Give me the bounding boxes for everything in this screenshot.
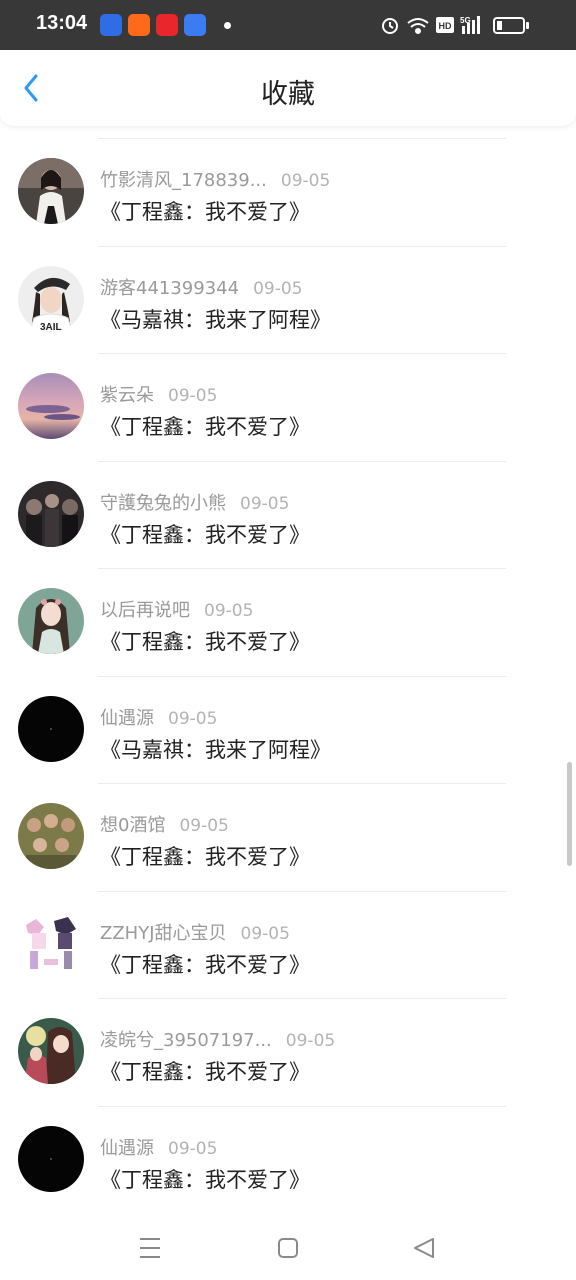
divider (98, 138, 506, 139)
item-title[interactable]: 《丁程鑫：我不爱了》 (100, 1056, 310, 1086)
header: 收藏 (0, 50, 576, 126)
status-time: 13:04 (36, 12, 88, 34)
item-meta: 游客441399344 09-05 (100, 274, 302, 300)
scrollbar[interactable] (567, 762, 572, 866)
wifi-icon (407, 18, 429, 34)
username[interactable]: 以后再说吧 (100, 600, 190, 621)
item-meta: 守護兔兔的小熊 09-05 (100, 489, 289, 515)
avatar[interactable] (18, 695, 84, 762)
username[interactable]: 竹影清风_178839... (100, 170, 267, 191)
back-triangle-icon (414, 1238, 434, 1258)
divider (98, 675, 506, 677)
username[interactable]: ZZHYJ甜心宝贝 (100, 923, 227, 944)
item-title[interactable]: 《丁程鑫：我不爱了》 (100, 949, 310, 979)
menu-icon (140, 1238, 160, 1258)
item-meta: 想0酒馆 09-05 (100, 811, 229, 837)
hd-icon: HD (436, 17, 454, 33)
list-item[interactable]: 紫云朵 09-05 《丁程鑫：我不爱了》 (0, 353, 576, 461)
date: 09-05 (168, 708, 218, 729)
svg-text:3AIL: 3AIL (40, 322, 62, 332)
list-item[interactable]: ZZHYJ甜心宝贝 09-05 《丁程鑫：我不爱了》 (0, 890, 576, 999)
divider (98, 1105, 506, 1107)
list-item[interactable]: 以后再说吧 09-05 《丁程鑫：我不爱了》 (0, 568, 576, 676)
date: 09-05 (285, 1031, 336, 1051)
username[interactable]: 仙遇源 (100, 708, 154, 729)
date: 09-05 (253, 278, 303, 299)
avatar[interactable] (18, 588, 84, 654)
date: 09-05 (168, 386, 218, 406)
avatar[interactable] (18, 1125, 84, 1192)
baidu-app-icon (100, 14, 122, 36)
list-item[interactable]: 仙遇源 09-05 《马嘉祺：我来了阿程》 (0, 675, 576, 784)
avatar[interactable] (18, 373, 84, 439)
map-app-icon (184, 14, 206, 36)
item-title[interactable]: 《丁程鑫：我不爱了》 (100, 196, 310, 226)
avatar[interactable] (18, 158, 84, 224)
username[interactable]: 紫云朵 (100, 385, 154, 406)
status-bar: 13:04 HD 5G (0, 0, 576, 50)
favorites-list[interactable]: 竹影清风_178839... 09-05 《丁程鑫：我不爱了》 3AIL 游客44… (0, 138, 576, 1213)
date: 09-05 (240, 493, 290, 514)
item-title[interactable]: 《丁程鑫：我不爱了》 (100, 1164, 310, 1194)
list-item[interactable]: 守護兔兔的小熊 09-05 《丁程鑫：我不爱了》 (0, 460, 576, 569)
red-app-icon (156, 14, 178, 36)
orange-app-icon (128, 14, 150, 36)
home-square-icon (278, 1238, 298, 1258)
divider (98, 568, 506, 569)
item-meta: 凌皖兮_39507197... 09-05 (100, 1026, 335, 1052)
divider (98, 890, 506, 892)
list-item[interactable]: 竹影清风_178839... 09-05 《丁程鑫：我不爱了》 (0, 138, 576, 246)
5g-signal-icon: 5G (460, 16, 480, 34)
alarm-icon (382, 18, 398, 34)
username[interactable]: 仙遇源 (100, 1138, 154, 1159)
divider (98, 245, 506, 247)
item-meta: 竹影清风_178839... 09-05 (100, 166, 330, 192)
divider (98, 460, 506, 462)
username[interactable]: 游客441399344 (100, 278, 239, 299)
battery-icon (493, 17, 529, 34)
item-title[interactable]: 《丁程鑫：我不爱了》 (100, 411, 310, 441)
item-title[interactable]: 《马嘉祺：我来了阿程》 (100, 734, 331, 764)
back-nav-button[interactable] (404, 1228, 444, 1268)
system-nav-bar (0, 1212, 576, 1280)
divider (98, 353, 506, 354)
divider (98, 998, 506, 999)
list-item[interactable]: 凌皖兮_39507197... 09-05 《丁程鑫：我不爱了》 (0, 998, 576, 1106)
username[interactable]: 守護兔兔的小熊 (100, 493, 226, 514)
username[interactable]: 想0酒馆 (100, 815, 165, 836)
status-right-icons: HD 5G (380, 14, 540, 36)
avatar[interactable] (18, 1018, 84, 1084)
date: 09-05 (240, 923, 290, 944)
avatar[interactable] (18, 480, 84, 547)
menu-button[interactable] (130, 1228, 170, 1268)
home-button[interactable] (268, 1228, 308, 1268)
item-meta: 以后再说吧 09-05 (100, 596, 253, 622)
list-item[interactable]: 仙遇源 09-05 《丁程鑫：我不爱了》 (0, 1105, 576, 1214)
date: 09-05 (280, 171, 331, 191)
item-title[interactable]: 《马嘉祺：我来了阿程》 (100, 304, 331, 334)
avatar[interactable] (18, 910, 84, 977)
item-title[interactable]: 《丁程鑫：我不爱了》 (100, 626, 310, 656)
list-item[interactable]: 3AIL 游客441399344 09-05 《马嘉祺：我来了阿程》 (0, 245, 576, 354)
list-item[interactable]: 想0酒馆 09-05 《丁程鑫：我不爱了》 (0, 783, 576, 891)
username[interactable]: 凌皖兮_39507197... (100, 1030, 272, 1051)
item-title[interactable]: 《丁程鑫：我不爱了》 (100, 841, 310, 871)
hd-label: HD (439, 21, 452, 31)
date: 09-05 (179, 816, 229, 836)
notification-dot-icon (224, 22, 231, 29)
item-meta: 仙遇源 09-05 (100, 704, 217, 730)
item-meta: 紫云朵 09-05 (100, 381, 217, 407)
avatar[interactable]: 3AIL (18, 265, 84, 332)
page-title: 收藏 (261, 79, 315, 110)
avatar[interactable] (18, 803, 84, 869)
date: 09-05 (168, 1138, 218, 1159)
date: 09-05 (204, 601, 254, 621)
item-title[interactable]: 《丁程鑫：我不爱了》 (100, 519, 310, 549)
divider (98, 783, 506, 784)
item-meta: 仙遇源 09-05 (100, 1134, 217, 1160)
item-meta: ZZHYJ甜心宝贝 09-05 (100, 919, 290, 945)
